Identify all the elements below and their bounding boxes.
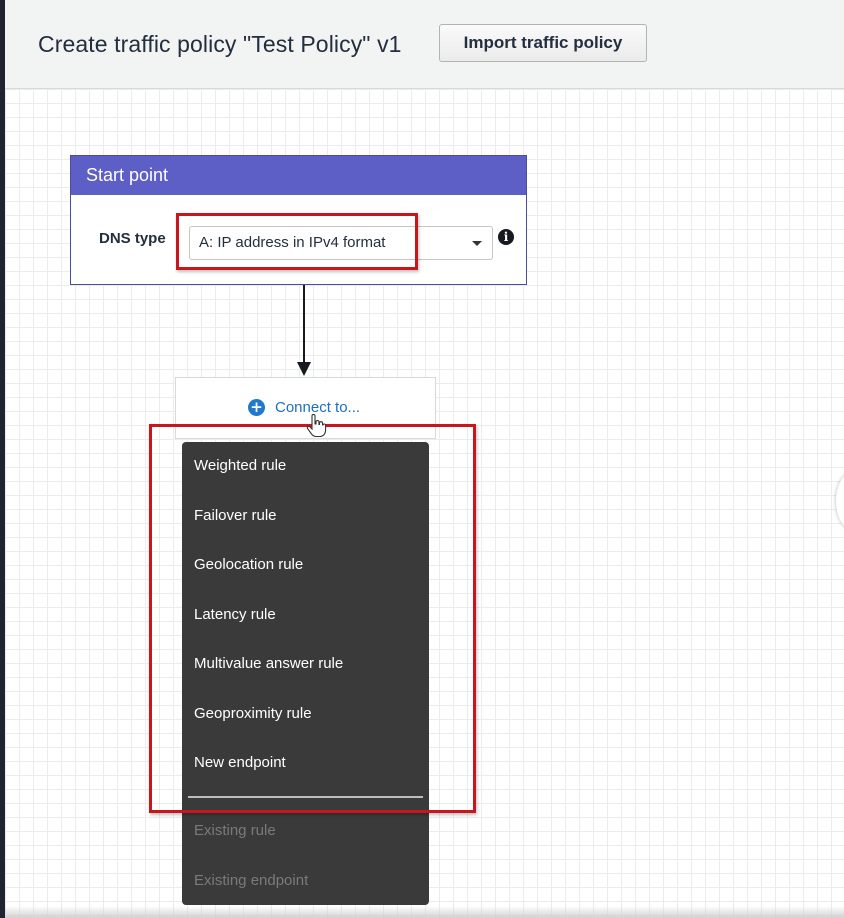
page-title: Create traffic policy "Test Policy" v1 <box>38 31 402 57</box>
page-header: Create traffic policy "Test Policy" v1 I… <box>5 0 844 89</box>
connector-arrow-icon <box>297 362 311 376</box>
menu-item-geolocation-rule[interactable]: Geolocation rule <box>194 556 419 573</box>
connect-to-menu: Weighted rule Failover rule Geolocation … <box>182 442 429 905</box>
start-point-title: Start point <box>71 156 526 195</box>
canvas-bottom-shadow <box>5 906 844 918</box>
menu-item-latency-rule[interactable]: Latency rule <box>194 606 419 623</box>
dns-type-select[interactable]: A: IP address in IPv4 format <box>189 226 493 260</box>
start-point-node: Start point DNS type A: IP address in IP… <box>70 155 527 285</box>
dns-type-label: DNS type <box>99 230 166 247</box>
connector-line <box>303 285 305 363</box>
menu-item-geoproximity-rule[interactable]: Geoproximity rule <box>194 705 419 722</box>
plus-circle-icon: + <box>248 399 265 416</box>
info-icon[interactable]: i <box>498 229 514 245</box>
dns-type-value: A: IP address in IPv4 format <box>199 234 386 251</box>
menu-item-existing-rule: Existing rule <box>194 822 276 839</box>
menu-item-weighted-rule[interactable]: Weighted rule <box>194 457 419 474</box>
menu-item-multivalue-answer-rule[interactable]: Multivalue answer rule <box>194 655 419 672</box>
hand-cursor-icon <box>306 414 327 438</box>
menu-item-existing-endpoint: Existing endpoint <box>194 872 309 889</box>
connect-to-link[interactable]: + Connect to... <box>248 399 360 416</box>
menu-divider <box>188 796 423 798</box>
chevron-down-icon <box>472 241 482 246</box>
import-traffic-policy-button[interactable]: Import traffic policy <box>439 24 647 62</box>
menu-item-new-endpoint[interactable]: New endpoint <box>194 754 419 771</box>
menu-item-failover-rule[interactable]: Failover rule <box>194 507 419 524</box>
